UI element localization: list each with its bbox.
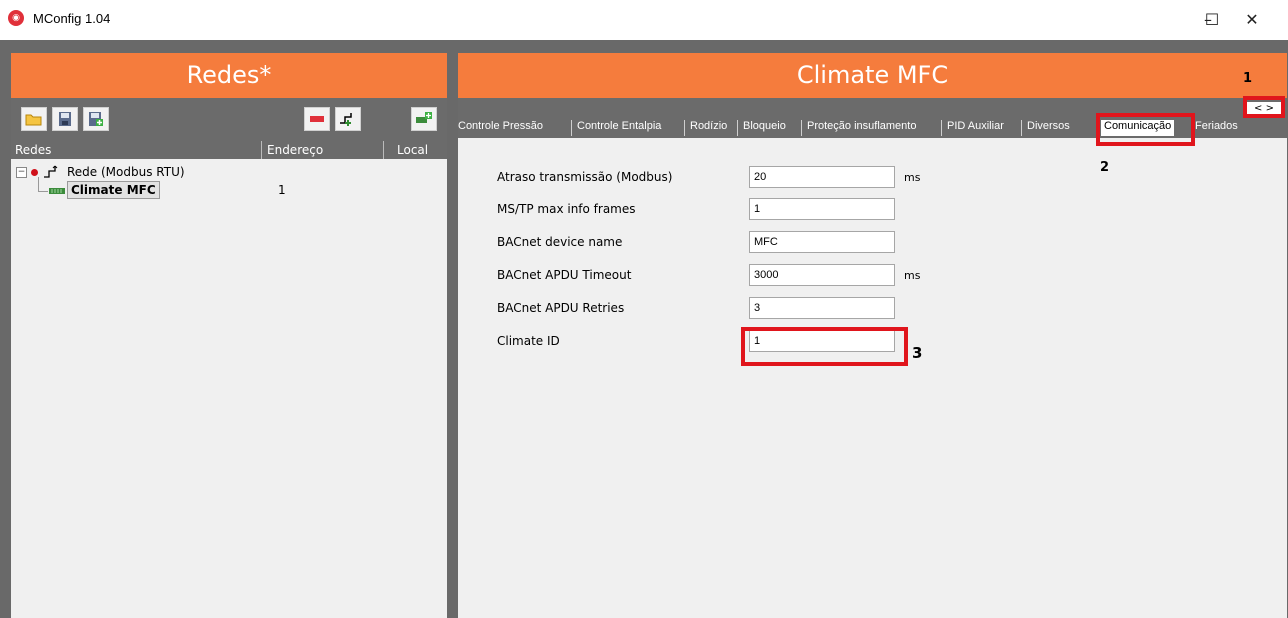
network-tree: − Rede (Modbus RTU) Climate MFC 1 <box>11 159 447 618</box>
field-label-climate-id: Climate ID <box>497 334 560 348</box>
window-title: MConfig 1.04 <box>33 11 111 26</box>
save-as-icon[interactable] <box>83 107 109 131</box>
device-panel-title: Climate MFC <box>458 53 1287 98</box>
tab-controle-pressao[interactable]: Controle Pressão <box>458 120 543 136</box>
field-label-atraso: Atraso transmissão (Modbus) <box>497 170 673 184</box>
bacnet-apdu-retries-input[interactable]: 3 <box>749 297 895 319</box>
tree-line <box>38 191 48 192</box>
tab-controle-entalpia[interactable]: Controle Entalpia <box>577 120 661 136</box>
field-unit-atraso: ms <box>904 171 921 184</box>
tab-divider <box>684 120 685 136</box>
device-label[interactable]: Climate MFC <box>67 181 160 199</box>
device-address: 1 <box>278 183 286 197</box>
field-label-apdu-timeout: BACnet APDU Timeout <box>497 268 632 282</box>
annotation-box-1 <box>1243 96 1285 118</box>
column-redes[interactable]: Redes <box>15 143 51 157</box>
atraso-transmissao-input[interactable]: 20 <box>749 166 895 188</box>
add-network-icon[interactable] <box>335 107 361 131</box>
maximize-button[interactable]: ☐ <box>1192 6 1232 34</box>
column-endereco[interactable]: Endereço <box>267 143 323 157</box>
annotation-number-3: 3 <box>912 344 923 362</box>
close-button[interactable]: ✕ <box>1232 6 1272 34</box>
tab-protecao-insuflamento[interactable]: Proteção insuflamento <box>807 120 916 136</box>
open-folder-icon[interactable] <box>21 107 47 131</box>
mstp-max-info-frames-input[interactable]: 1 <box>749 198 895 220</box>
tab-divider <box>737 120 738 136</box>
mconfig-logo-icon: ◉ <box>8 10 24 26</box>
field-label-mstp: MS/TP max info frames <box>497 202 636 216</box>
tab-divider <box>1021 120 1022 136</box>
collapse-icon[interactable]: − <box>16 167 27 178</box>
bacnet-device-name-input[interactable]: MFC <box>749 231 895 253</box>
column-divider[interactable] <box>261 141 262 159</box>
tab-divider <box>571 120 572 136</box>
add-device-icon[interactable] <box>411 107 437 131</box>
tab-pid-auxiliar[interactable]: PID Auxiliar <box>947 120 1004 136</box>
tab-rodizio[interactable]: Rodízio <box>690 120 727 136</box>
networks-panel-title: Redes* <box>11 53 447 98</box>
field-unit-apdu-timeout: ms <box>904 269 921 282</box>
tab-bloqueio[interactable]: Bloqueio <box>743 120 786 136</box>
bacnet-apdu-timeout-input[interactable]: 3000 <box>749 264 895 286</box>
tab-diversos[interactable]: Diversos <box>1027 120 1070 136</box>
network-label: Rede (Modbus RTU) <box>67 165 185 179</box>
tree-node-device[interactable]: Climate MFC 1 <box>11 177 447 203</box>
annotation-box-2 <box>1096 113 1195 146</box>
device-icon <box>49 188 65 194</box>
networks-panel: Redes* Redes Endereço Local − Rede (Modb… <box>11 53 447 618</box>
network-icon <box>44 165 58 178</box>
field-label-apdu-retries: BACnet APDU Retries <box>497 301 625 315</box>
networks-toolbar <box>11 98 447 141</box>
column-divider[interactable] <box>383 141 384 159</box>
annotation-number-1: 1 <box>1243 71 1253 86</box>
status-dot-icon <box>31 169 38 176</box>
tab-feriados[interactable]: Feriados <box>1195 120 1238 136</box>
annotation-number-2: 2 <box>1100 160 1110 175</box>
window-titlebar: ◉ MConfig 1.04 – ☐ ✕ <box>0 0 1288 40</box>
save-icon[interactable] <box>52 107 78 131</box>
tab-divider <box>941 120 942 136</box>
app-client-area: Redes* Redes Endereço Local − Rede (Modb… <box>0 40 1288 618</box>
tree-line <box>38 177 39 191</box>
annotation-box-3 <box>741 327 908 366</box>
tab-divider <box>801 120 802 136</box>
tree-column-header: Redes Endereço Local <box>11 141 447 159</box>
column-local[interactable]: Local <box>397 143 428 157</box>
remove-icon[interactable] <box>304 107 330 131</box>
field-label-device-name: BACnet device name <box>497 235 623 249</box>
comunicacao-tab-content: Atraso transmissão (Modbus) 20 ms MS/TP … <box>458 138 1287 618</box>
